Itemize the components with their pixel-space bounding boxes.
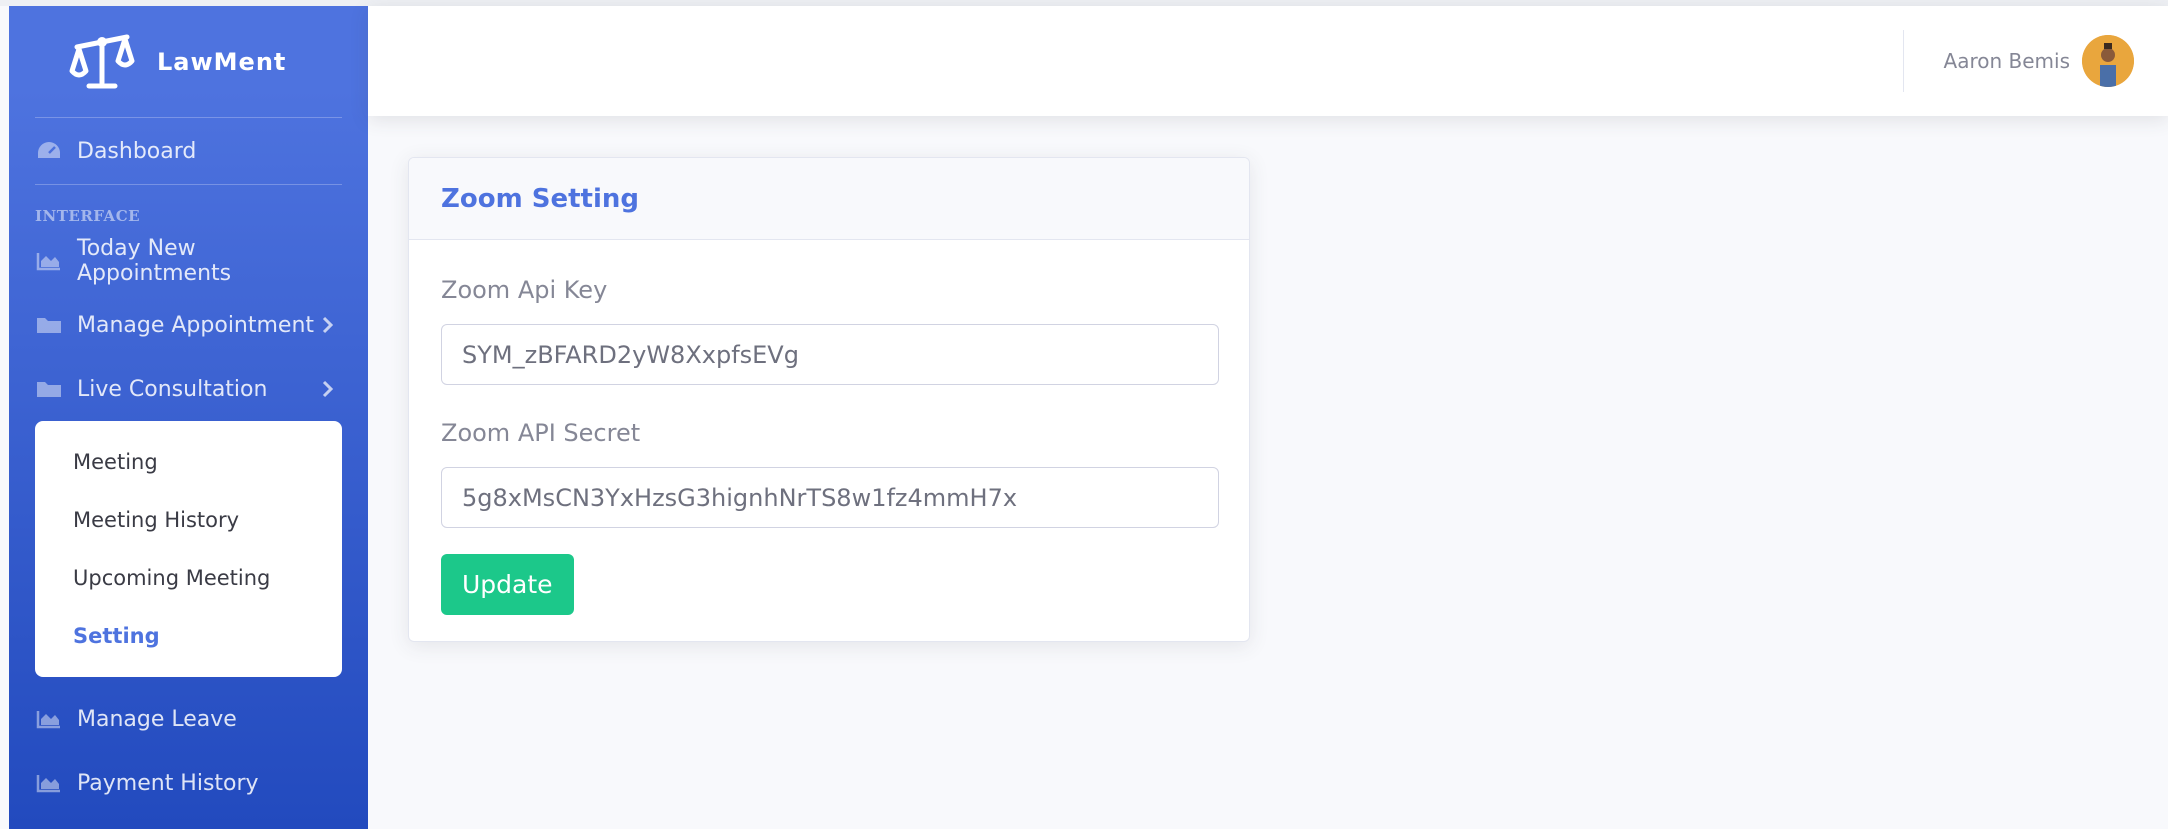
folder-icon	[35, 314, 63, 336]
zoom-setting-card: Zoom Setting Zoom Api Key Zoom API Secre…	[408, 157, 1250, 642]
sidebar-item-label: Manage Leave	[77, 706, 237, 732]
sidebar-item-today-new-appointments[interactable]: Today New Appointments	[9, 229, 368, 293]
api-secret-input[interactable]	[441, 467, 1219, 528]
api-key-label: Zoom Api Key	[441, 276, 608, 304]
sidebar-heading: INTERFACE	[35, 207, 141, 225]
avatar	[2082, 35, 2134, 87]
chart-area-icon	[35, 250, 63, 272]
submenu-item-meeting-history[interactable]: Meeting History	[35, 491, 342, 549]
user-name: Aaron Bemis	[1943, 49, 2070, 73]
chart-area-icon	[35, 772, 63, 794]
scales-logo-icon	[67, 27, 137, 97]
app-name: LawMent	[157, 47, 287, 76]
submenu-item-meeting[interactable]: Meeting	[35, 433, 342, 491]
sidebar-item-label: Dashboard	[77, 138, 197, 164]
topbar: Aaron Bemis	[368, 6, 2168, 116]
chevron-right-icon	[318, 315, 338, 335]
sidebar-item-manage-appointment[interactable]: Manage Appointment	[9, 293, 368, 357]
sidebar-item-label: Today New Appointments	[77, 236, 232, 286]
sidebar-item-manage-leave[interactable]: Manage Leave	[9, 687, 368, 751]
sidebar-brand[interactable]: LawMent	[9, 6, 368, 117]
live-consultation-submenu: Meeting Meeting History Upcoming Meeting…	[35, 421, 342, 677]
folder-icon	[35, 378, 63, 400]
chevron-right-icon	[318, 379, 338, 399]
sidebar-item-label: Live Consultation	[77, 376, 268, 402]
sidebar-item-label: Payment History	[77, 770, 259, 796]
topbar-divider	[1903, 30, 1904, 92]
sidebar-item-payment-history[interactable]: Payment History	[9, 751, 368, 815]
sidebar: LawMent Dashboard INTERFACE Today New Ap…	[9, 6, 368, 829]
user-menu[interactable]: Aaron Bemis	[1944, 35, 2134, 87]
sidebar-item-dashboard[interactable]: Dashboard	[9, 118, 368, 184]
api-secret-label: Zoom API Secret	[441, 419, 641, 447]
card-body: Zoom Api Key Zoom API Secret Update	[409, 240, 1249, 615]
api-key-input[interactable]	[441, 324, 1219, 385]
tachometer-icon	[35, 140, 63, 162]
submenu-item-setting[interactable]: Setting	[35, 607, 342, 665]
card-header: Zoom Setting	[409, 158, 1249, 240]
submenu-item-upcoming-meeting[interactable]: Upcoming Meeting	[35, 549, 342, 607]
update-button[interactable]: Update	[441, 554, 574, 615]
card-title: Zoom Setting	[441, 183, 639, 214]
chart-area-icon	[35, 708, 63, 730]
sidebar-item-live-consultation[interactable]: Live Consultation	[9, 357, 368, 421]
sidebar-item-label: Manage Appointment	[77, 312, 315, 338]
